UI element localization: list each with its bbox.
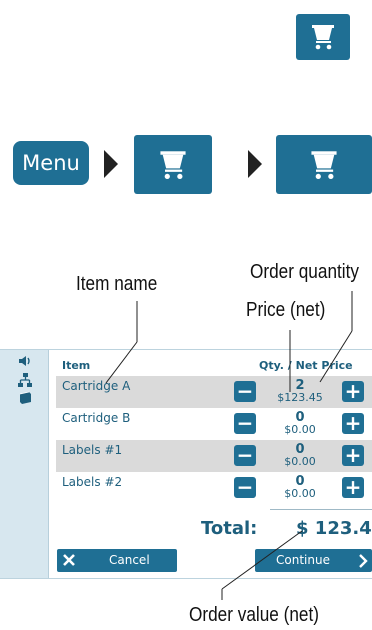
callout-lines xyxy=(105,291,353,600)
leader-quantity xyxy=(319,330,353,383)
leader-item-name xyxy=(105,341,138,384)
leader-order-value xyxy=(221,530,303,590)
